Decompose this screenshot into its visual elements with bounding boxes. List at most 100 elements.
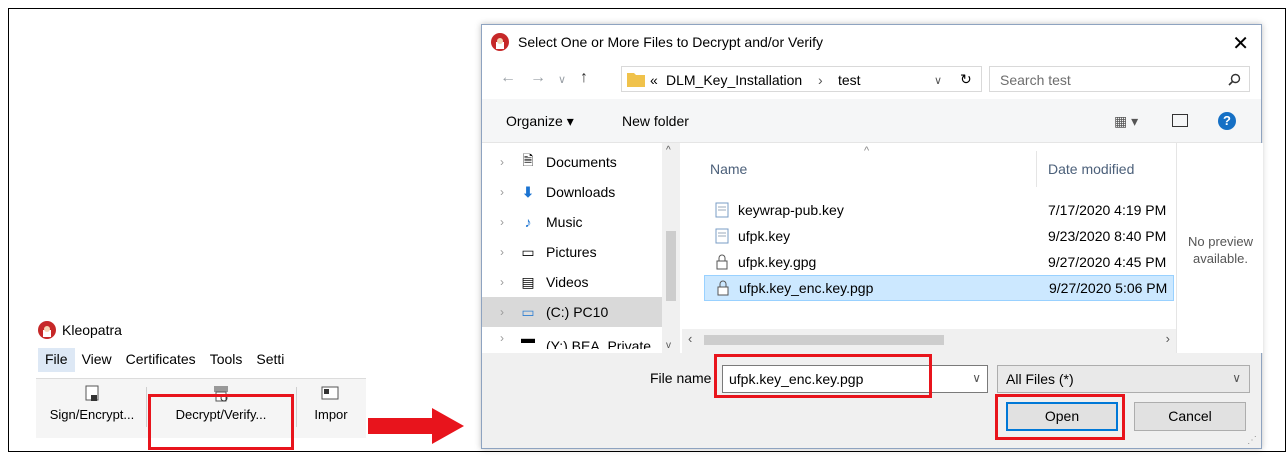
- filetype-select[interactable]: All Files (*) ∨: [997, 365, 1250, 393]
- recent-dropdown-icon[interactable]: ∨: [558, 73, 566, 86]
- help-icon[interactable]: ?: [1218, 112, 1236, 130]
- forward-arrow-icon[interactable]: →: [530, 69, 546, 87]
- address-segment-dlm[interactable]: DLM_Key_Installation: [666, 72, 802, 88]
- nav-item-y-drive[interactable]: › ▬ (Y:) BEA_Private: [482, 327, 662, 349]
- scroll-left-icon[interactable]: ‹: [688, 331, 692, 346]
- decrypt-highlight-box: [148, 394, 294, 450]
- file-row-selected[interactable]: ufpk.key_enc.key.pgp 9/27/2020 5:06 PM: [704, 275, 1174, 301]
- dialog-navigation-bar: ← → ∨ ↑ « DLM_Key_Installation › test ∨ …: [482, 59, 1261, 99]
- scroll-right-icon[interactable]: ›: [1166, 331, 1170, 346]
- preview-pane: No preview available.: [1176, 143, 1263, 353]
- chevron-down-icon[interactable]: ∨: [1232, 371, 1241, 385]
- kleopatra-title: Kleopatra: [62, 322, 122, 338]
- file-list-horizontal-scrollbar[interactable]: ‹ ›: [682, 329, 1176, 351]
- kleopatra-menubar: File View Certificates Tools Setti: [38, 348, 291, 372]
- chevron-right-icon[interactable]: ›: [500, 331, 518, 345]
- documents-icon: 🗎: [522, 152, 534, 168]
- address-segment-test[interactable]: test: [838, 72, 861, 88]
- toolbar-separator: [296, 387, 297, 427]
- file-date: 9/27/2020 4:45 PM: [1048, 254, 1167, 270]
- preview-line-1: No preview: [1187, 234, 1254, 249]
- preview-line-2: available.: [1193, 251, 1248, 266]
- chevron-right-icon[interactable]: ›: [500, 305, 518, 319]
- resize-grip-icon[interactable]: ⋰: [1247, 435, 1257, 446]
- view-options-icon[interactable]: ▦ ▾: [1114, 113, 1138, 130]
- sign-encrypt-label: Sign/Encrypt...: [49, 407, 135, 422]
- toolbar-separator: [146, 387, 147, 427]
- nav-item-pictures[interactable]: › ▭ Pictures: [482, 237, 662, 267]
- menu-file[interactable]: File: [38, 348, 75, 372]
- nav-item-videos[interactable]: › ▤ Videos: [482, 267, 662, 297]
- nav-item-documents[interactable]: › 🗎 Documents: [482, 147, 662, 177]
- scroll-up-icon[interactable]: ^: [666, 145, 671, 156]
- preview-pane-icon[interactable]: [1172, 114, 1188, 127]
- column-header-name[interactable]: Name: [710, 161, 747, 177]
- sort-indicator-icon: ^: [864, 145, 870, 157]
- search-placeholder: Search test: [1000, 72, 1071, 88]
- kleopatra-titlebar: Kleopatra: [38, 318, 122, 342]
- nav-item-downloads[interactable]: › ⬇ Downloads: [482, 177, 662, 207]
- scroll-down-icon[interactable]: v: [666, 340, 671, 351]
- dialog-title: Select One or More Files to Decrypt and/…: [518, 34, 824, 50]
- menu-certificates[interactable]: Certificates: [119, 348, 203, 372]
- nav-item-label: Documents: [546, 154, 617, 170]
- file-row[interactable]: ufpk.key 9/23/2020 8:40 PM: [704, 223, 1174, 249]
- file-icon: [715, 228, 729, 244]
- address-bar[interactable]: « DLM_Key_Installation › test ∨ ↻: [621, 66, 982, 92]
- nav-item-label: Downloads: [546, 184, 616, 200]
- back-arrow-icon[interactable]: ←: [500, 69, 516, 87]
- refresh-icon[interactable]: ↻: [960, 71, 972, 88]
- file-name: ufpk.key: [738, 228, 791, 244]
- encrypted-file-icon: [716, 254, 728, 270]
- address-dropdown-icon[interactable]: ∨: [934, 74, 942, 87]
- open-highlight-box: [995, 394, 1125, 440]
- file-name: keywrap-pub.key: [738, 202, 844, 218]
- nav-item-label: (C:) PC10: [546, 304, 609, 320]
- filename-label: File name: [650, 370, 712, 386]
- file-icon: [715, 202, 729, 218]
- chevron-right-icon[interactable]: ›: [500, 185, 518, 199]
- cancel-button[interactable]: Cancel: [1134, 402, 1246, 431]
- dialog-titlebar: Select One or More Files to Decrypt and/…: [482, 25, 1261, 59]
- nav-item-music[interactable]: › ♪ Music: [482, 207, 662, 237]
- menu-view[interactable]: View: [75, 348, 119, 372]
- kleopatra-logo-icon: [38, 321, 56, 339]
- kleopatra-logo-icon: [491, 33, 509, 51]
- file-row[interactable]: keywrap-pub.key 7/17/2020 4:19 PM: [704, 197, 1174, 223]
- new-folder-button[interactable]: New folder: [622, 113, 689, 129]
- right-arrow-icon: [368, 408, 464, 444]
- preview-message: No preview available.: [1177, 233, 1264, 267]
- file-date: 9/27/2020 5:06 PM: [1049, 280, 1168, 296]
- close-icon[interactable]: ✕: [1232, 31, 1249, 56]
- filetype-value: All Files (*): [1006, 371, 1074, 387]
- column-divider: [1036, 151, 1037, 187]
- navigation-pane: › 🗎 Documents › ⬇ Downloads › ♪ Music › …: [482, 143, 682, 353]
- chevron-right-icon[interactable]: ›: [500, 155, 518, 169]
- chevron-down-icon[interactable]: ∨: [972, 371, 981, 385]
- scrollbar-thumb[interactable]: [704, 335, 944, 345]
- filename-highlight-box: [714, 354, 932, 398]
- import-button[interactable]: Impor: [304, 385, 358, 422]
- file-list: Name ^ Date modified keywrap-pub.key 7/1…: [682, 143, 1176, 329]
- search-box[interactable]: Search test: [989, 66, 1250, 92]
- navigation-scrollbar[interactable]: ^ v: [662, 143, 680, 353]
- folder-icon: [627, 73, 645, 87]
- music-icon: ♪: [524, 214, 532, 230]
- nav-item-c-drive[interactable]: › ▭ (C:) PC10: [482, 297, 662, 327]
- organize-button[interactable]: Organize ▾: [506, 113, 574, 130]
- chevron-right-icon[interactable]: ›: [500, 245, 518, 259]
- menu-settings[interactable]: Setti: [249, 348, 291, 372]
- videos-icon: ▤: [521, 273, 535, 290]
- pictures-icon: ▭: [521, 243, 535, 260]
- sign-encrypt-button[interactable]: Sign/Encrypt...: [40, 385, 144, 422]
- menu-tools[interactable]: Tools: [203, 348, 250, 372]
- command-bar: Organize ▾ New folder ▦ ▾ ?: [482, 99, 1261, 143]
- column-header-date[interactable]: Date modified: [1048, 161, 1134, 177]
- chevron-right-icon[interactable]: ›: [500, 275, 518, 289]
- nav-item-label: Videos: [546, 274, 589, 290]
- scrollbar-thumb[interactable]: [666, 231, 676, 301]
- file-row[interactable]: ufpk.key.gpg 9/27/2020 4:45 PM: [704, 249, 1174, 275]
- chevron-right-icon[interactable]: ›: [500, 215, 518, 229]
- up-arrow-icon[interactable]: ↑: [580, 69, 588, 87]
- nav-item-label: Music: [546, 214, 583, 230]
